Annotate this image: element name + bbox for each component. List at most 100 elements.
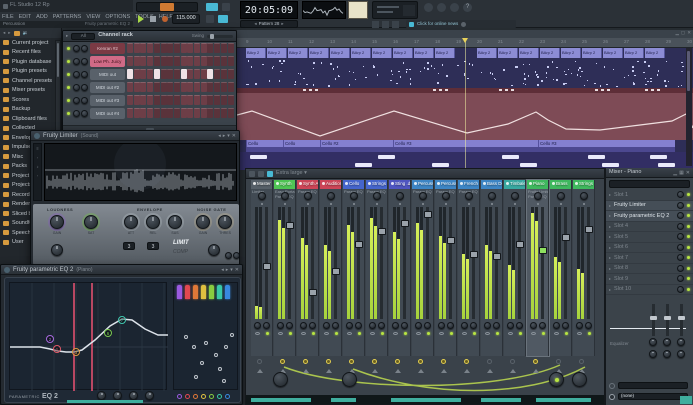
slot-arrow-icon[interactable]: ▸ (609, 203, 611, 208)
strip-header[interactable]: Synth (274, 180, 295, 189)
strip-eye-icon[interactable] (301, 332, 306, 335)
strip-stereo-knob[interactable] (378, 322, 385, 329)
track-eq-slider-mid[interactable] (666, 304, 669, 336)
brush-icon[interactable] (218, 15, 228, 23)
fader-handle[interactable] (424, 211, 432, 218)
limiter-close-icon[interactable]: ✕ (232, 133, 236, 139)
step-cell[interactable] (174, 43, 180, 53)
strip-stereo-knob[interactable] (332, 322, 339, 329)
step-cell[interactable] (147, 56, 153, 66)
menu-view[interactable]: VIEW (86, 14, 100, 20)
slot-mix-knob[interactable] (677, 212, 684, 219)
send-bulb-icon[interactable] (280, 359, 285, 364)
step-cell[interactable] (140, 43, 146, 53)
step-cell[interactable] (221, 69, 227, 79)
channel-pan-knob[interactable] (73, 110, 80, 117)
track-eq-slider-low[interactable] (652, 304, 655, 336)
menu-edit[interactable]: EDIT (19, 14, 32, 20)
channel-pan-knob[interactable] (73, 71, 80, 78)
eq-band-knob-3[interactable] (677, 350, 685, 358)
step-cell[interactable] (187, 82, 193, 92)
fader-handle[interactable] (585, 226, 593, 233)
slot-arrow-icon[interactable]: ▸ (609, 213, 611, 218)
step-cell[interactable] (194, 43, 200, 53)
send-bulb-icon[interactable] (556, 359, 561, 364)
news-bar[interactable]: Click for online news (406, 20, 516, 28)
fader-track[interactable] (334, 207, 337, 319)
fader-handle[interactable] (447, 237, 455, 244)
band-led[interactable] (177, 285, 182, 299)
slot-arrow-icon[interactable]: ▸ (609, 234, 611, 239)
strip-pan-knob[interactable] (281, 192, 289, 200)
fx-maximize-icon[interactable]: ▦ (679, 170, 684, 176)
step-cell[interactable] (140, 69, 146, 79)
fx-slot-7[interactable]: ▸Slot 7 (606, 253, 693, 264)
step-cell[interactable] (194, 56, 200, 66)
strip-pan-knob[interactable] (465, 192, 473, 200)
step-cell[interactable] (161, 82, 167, 92)
strip-pan-knob[interactable] (557, 192, 565, 200)
slot-arrow-icon[interactable]: ▸ (609, 255, 611, 260)
step-cell[interactable] (140, 82, 146, 92)
browser-item-channel-presets[interactable]: Channel presets (0, 76, 61, 86)
fader-track[interactable] (541, 207, 544, 319)
pattern-selector[interactable]: ◂ Pattern 28 ▸ (240, 20, 298, 28)
browser-item-mixer-presets[interactable]: Mixer presets (0, 86, 61, 96)
menu-patterns[interactable]: PATTERNS (53, 14, 82, 20)
channel-volume-knob[interactable] (81, 58, 88, 65)
send-bulb-icon[interactable] (510, 359, 515, 364)
fader-handle[interactable] (470, 251, 478, 258)
note-block[interactable] (602, 163, 619, 167)
channel-volume-knob[interactable] (81, 110, 88, 117)
eq-shape-knob[interactable] (145, 391, 154, 400)
fx-minimize-icon[interactable]: ▁ (673, 170, 677, 176)
step-cell[interactable] (181, 56, 187, 66)
audio-input-row[interactable] (609, 382, 688, 389)
strip-sep-knob[interactable] (553, 322, 560, 329)
strip-mute-led[interactable] (519, 332, 522, 335)
strip-mute-led[interactable] (358, 332, 361, 335)
limiter-left-toolbar[interactable]: ≡◦♪◦ (33, 143, 42, 201)
pattern-prev-icon[interactable]: ◂ (254, 22, 256, 27)
strip-stereo-knob[interactable] (585, 322, 592, 329)
strip-eye-icon[interactable] (324, 332, 329, 335)
mini-band-knob[interactable] (185, 394, 190, 399)
limiter-b-button[interactable] (233, 252, 240, 259)
strip-sep-knob[interactable] (323, 322, 330, 329)
strip-eye-icon[interactable] (255, 332, 260, 335)
channel-mute-led[interactable] (67, 112, 70, 115)
fader-track[interactable] (472, 207, 475, 319)
step-cell[interactable] (147, 69, 153, 79)
comp-tab[interactable]: COMP (173, 249, 188, 255)
step-cell[interactable] (201, 56, 207, 66)
fader-handle[interactable] (378, 228, 386, 235)
mixer-strip-percussion[interactable]: PercussionParam EQ 2 (412, 180, 434, 356)
fx-close-icon[interactable]: ✕ (686, 170, 690, 176)
slot-mix-knob[interactable] (677, 286, 684, 293)
strip-header[interactable]: French Horn (458, 180, 479, 189)
strip-header[interactable]: Audition (320, 180, 341, 189)
step-cell[interactable] (134, 95, 140, 105)
mixer-view-mode-dropdown[interactable]: Extra large ▾ (276, 171, 307, 177)
fader-track[interactable] (311, 207, 314, 319)
step-cell[interactable] (154, 69, 160, 79)
env-readout-1[interactable]: 3 (123, 242, 135, 250)
strip-sep-knob[interactable] (277, 322, 284, 329)
strip-stereo-knob[interactable] (447, 322, 454, 329)
slot-enable-led[interactable] (687, 267, 690, 270)
strip-stereo-knob[interactable] (493, 322, 500, 329)
fx-slot-10[interactable]: ▸Slot 10 (606, 285, 693, 296)
slot-arrow-icon[interactable]: ▸ (609, 276, 611, 281)
strip-mute-led[interactable] (427, 332, 430, 335)
channel-volume-knob[interactable] (81, 97, 88, 104)
eq-freq-knob-2[interactable] (663, 338, 671, 346)
mixer-strip-strings-2[interactable]: Strings 2Param EQ 2 (366, 180, 388, 356)
play-button[interactable] (138, 15, 144, 23)
gain-knob[interactable] (196, 215, 210, 229)
step-cell[interactable] (174, 69, 180, 79)
mixer-record-icon[interactable] (267, 171, 273, 177)
eq-band-handle-3[interactable]: 3 (72, 348, 80, 356)
save-icon[interactable] (382, 21, 389, 28)
strip-pan-knob[interactable] (419, 192, 427, 200)
strip-mute-led[interactable] (381, 332, 384, 335)
